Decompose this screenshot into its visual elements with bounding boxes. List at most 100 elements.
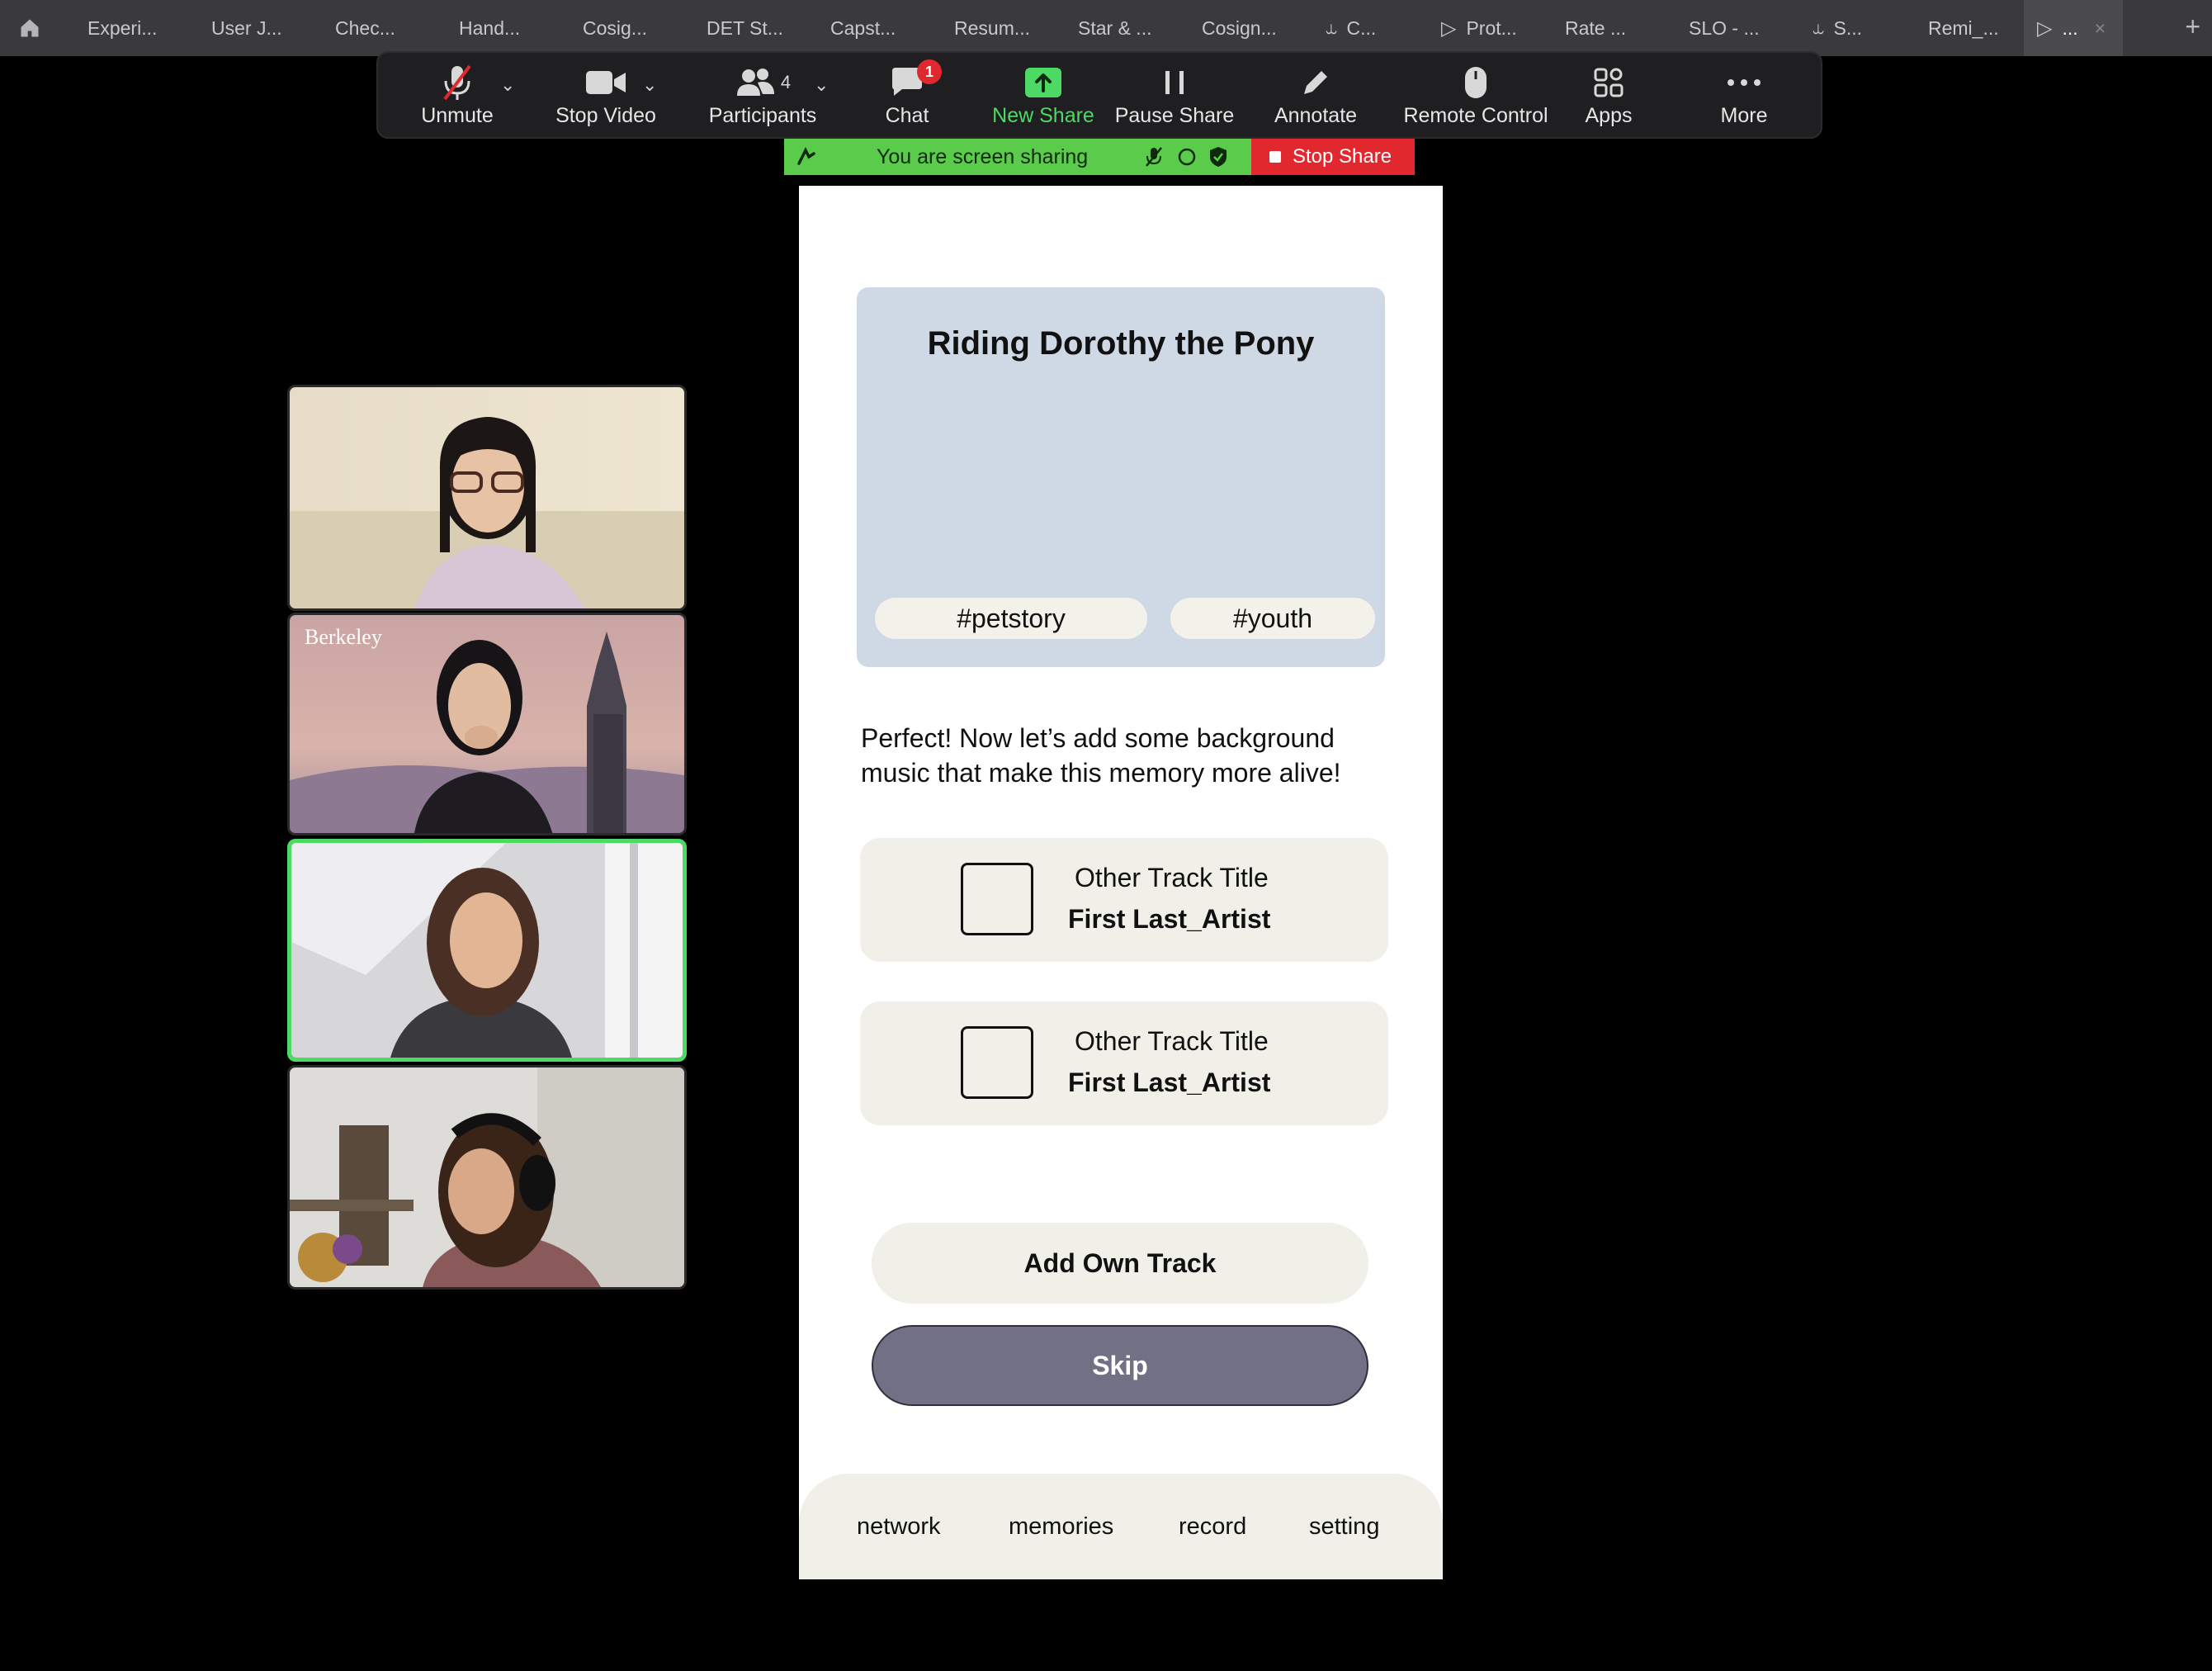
track-1-title: Other Track Title <box>1075 863 1269 892</box>
browser-tab[interactable]: ⥿ S... <box>1784 0 1900 56</box>
participants-options-chevron-icon[interactable]: ⌄ <box>814 74 829 96</box>
apps-button[interactable]: Apps <box>1572 61 1646 135</box>
browser-tab[interactable]: Cosig... <box>555 0 678 56</box>
home-button[interactable] <box>0 0 59 56</box>
unmute-label: Unmute <box>421 104 494 127</box>
tag-petstory[interactable]: #petstory <box>875 598 1147 639</box>
participant-video-2[interactable]: Berkeley <box>287 613 687 836</box>
participant-video-1[interactable] <box>287 385 687 611</box>
browser-tab[interactable]: ▷... × <box>2024 0 2123 56</box>
stop-share-button[interactable]: Stop Share <box>1251 139 1415 175</box>
nav-setting[interactable]: setting <box>1309 1513 1379 1541</box>
muted-microphone-icon <box>1146 147 1162 167</box>
apps-icon <box>1592 61 1625 104</box>
close-tab-icon[interactable]: × <box>2095 17 2106 40</box>
browser-tab-label: Prot... <box>1466 17 1517 39</box>
participant-3-video-frame <box>291 843 683 1058</box>
track-option-1[interactable]: Other Track Title First Last_Artist <box>860 838 1388 962</box>
browser-tab[interactable]: Chec... <box>307 0 431 56</box>
browser-tab[interactable]: Remi_... <box>1900 0 2024 56</box>
mouse-icon <box>1463 61 1489 104</box>
add-own-track-button[interactable]: Add Own Track <box>872 1223 1368 1304</box>
browser-tab-label: Cosign... <box>1202 17 1277 39</box>
browser-tab[interactable]: DET St... <box>678 0 802 56</box>
branch-icon: ⥿ <box>1813 17 1824 39</box>
memory-card[interactable]: Riding Dorothy the Pony #petstory #youth <box>857 287 1385 667</box>
more-dots-icon <box>1726 61 1762 104</box>
memory-title: Riding Dorothy the Pony <box>927 325 1315 362</box>
play-icon: ▷ <box>2037 17 2053 40</box>
pause-icon <box>1160 61 1189 104</box>
more-button[interactable]: More <box>1707 61 1781 135</box>
screen-sharing-banner[interactable]: You are screen sharing <box>784 139 1251 175</box>
branch-icon: ⥿ <box>1326 17 1337 39</box>
browser-tab-label: Resum... <box>954 17 1031 39</box>
new-tab-button[interactable]: + <box>2185 12 2200 41</box>
track-2-checkbox[interactable] <box>961 1026 1033 1099</box>
security-shield-icon <box>1210 147 1227 167</box>
stop-video-button[interactable]: Stop Video <box>540 61 672 135</box>
remote-control-button[interactable]: Remote Control <box>1393 61 1558 135</box>
browser-tab-bar: Experi... User J... Chec... Hand... Cosig...… <box>0 0 2212 56</box>
stop-square-icon <box>1269 151 1281 163</box>
track-1-checkbox[interactable] <box>961 863 1033 935</box>
share-screen-icon <box>1023 61 1063 104</box>
chat-bubble-icon: 1 <box>882 59 942 104</box>
browser-tab[interactable]: Rate ... <box>1537 0 1661 56</box>
browser-tab[interactable]: User J... <box>183 0 307 56</box>
apps-label: Apps <box>1585 104 1633 127</box>
browser-tab-label: Star & ... <box>1078 17 1152 39</box>
browser-tab-label: Remi_... <box>1928 17 1999 39</box>
participant-1-video-frame <box>290 387 684 608</box>
browser-tab[interactable]: Hand... <box>431 0 555 56</box>
nav-memories[interactable]: memories <box>1009 1513 1113 1541</box>
new-share-button[interactable]: New Share <box>985 61 1101 135</box>
chat-unread-badge: 1 <box>917 59 942 84</box>
unmute-button[interactable]: Unmute <box>416 61 499 135</box>
participant-video-4[interactable] <box>287 1065 687 1290</box>
participant-4-video-frame <box>290 1067 684 1287</box>
browser-tab-label: C... <box>1346 17 1377 39</box>
browser-tab[interactable]: Cosign... <box>1174 0 1297 56</box>
pencil-icon <box>1299 61 1332 104</box>
audio-options-chevron-icon[interactable]: ⌄ <box>500 74 515 96</box>
track-2-artist: First Last_Artist <box>1068 1067 1271 1097</box>
browser-tab[interactable]: Star & ... <box>1050 0 1174 56</box>
skip-button[interactable]: Skip <box>872 1325 1368 1406</box>
bottom-navigation: network memories record setting <box>799 1474 1443 1579</box>
chat-button[interactable]: 1 Chat <box>870 59 944 135</box>
participant-video-3-active-speaker[interactable] <box>287 839 687 1062</box>
browser-tab-label: S... <box>1833 17 1863 39</box>
browser-tab[interactable]: Resum... <box>926 0 1050 56</box>
browser-tab[interactable]: ▷ Prot... <box>1413 0 1537 56</box>
nav-record[interactable]: record <box>1179 1513 1246 1541</box>
pause-share-button[interactable]: Pause Share <box>1113 61 1236 135</box>
recording-circle-icon <box>1178 148 1196 166</box>
browser-tab-label: DET St... <box>707 17 783 39</box>
annotate-button[interactable]: Annotate <box>1266 61 1365 135</box>
shared-app-screen: Riding Dorothy the Pony #petstory #youth… <box>799 186 1443 1579</box>
tag-youth[interactable]: #youth <box>1170 598 1375 639</box>
browser-tab-label: Hand... <box>459 17 521 39</box>
sharing-status-text: You are screen sharing <box>877 145 1089 168</box>
browser-tab[interactable]: ⥿ C... <box>1297 0 1413 56</box>
browser-tab-label: Chec... <box>335 17 395 39</box>
video-camera-icon <box>584 61 627 104</box>
browser-tab[interactable]: SLO - ... <box>1661 0 1784 56</box>
zoom-meeting-toolbar: Unmute ⌄ Stop Video ⌄ 4 Participants ⌄ 1… <box>376 51 1822 139</box>
video-options-chevron-icon[interactable]: ⌄ <box>642 74 657 96</box>
browser-tab-label: Cosig... <box>583 17 647 39</box>
browser-tab-label: ... <box>2062 17 2078 39</box>
participants-button[interactable]: 4 Participants <box>697 61 829 135</box>
track-1-artist: First Last_Artist <box>1068 904 1271 934</box>
browser-tab[interactable]: Capst... <box>802 0 926 56</box>
nav-network[interactable]: network <box>857 1513 941 1541</box>
track-option-2[interactable]: Other Track Title First Last_Artist <box>860 1001 1388 1125</box>
chat-label: Chat <box>885 104 929 127</box>
stop-share-label: Stop Share <box>1293 145 1392 168</box>
browser-tab-label: User J... <box>211 17 282 39</box>
participants-label: Participants <box>708 104 817 127</box>
drag-handle-icon[interactable] <box>794 145 819 170</box>
screen: Experi... User J... Chec... Hand... Cosig...… <box>0 0 2212 1671</box>
browser-tab[interactable]: Experi... <box>59 0 183 56</box>
